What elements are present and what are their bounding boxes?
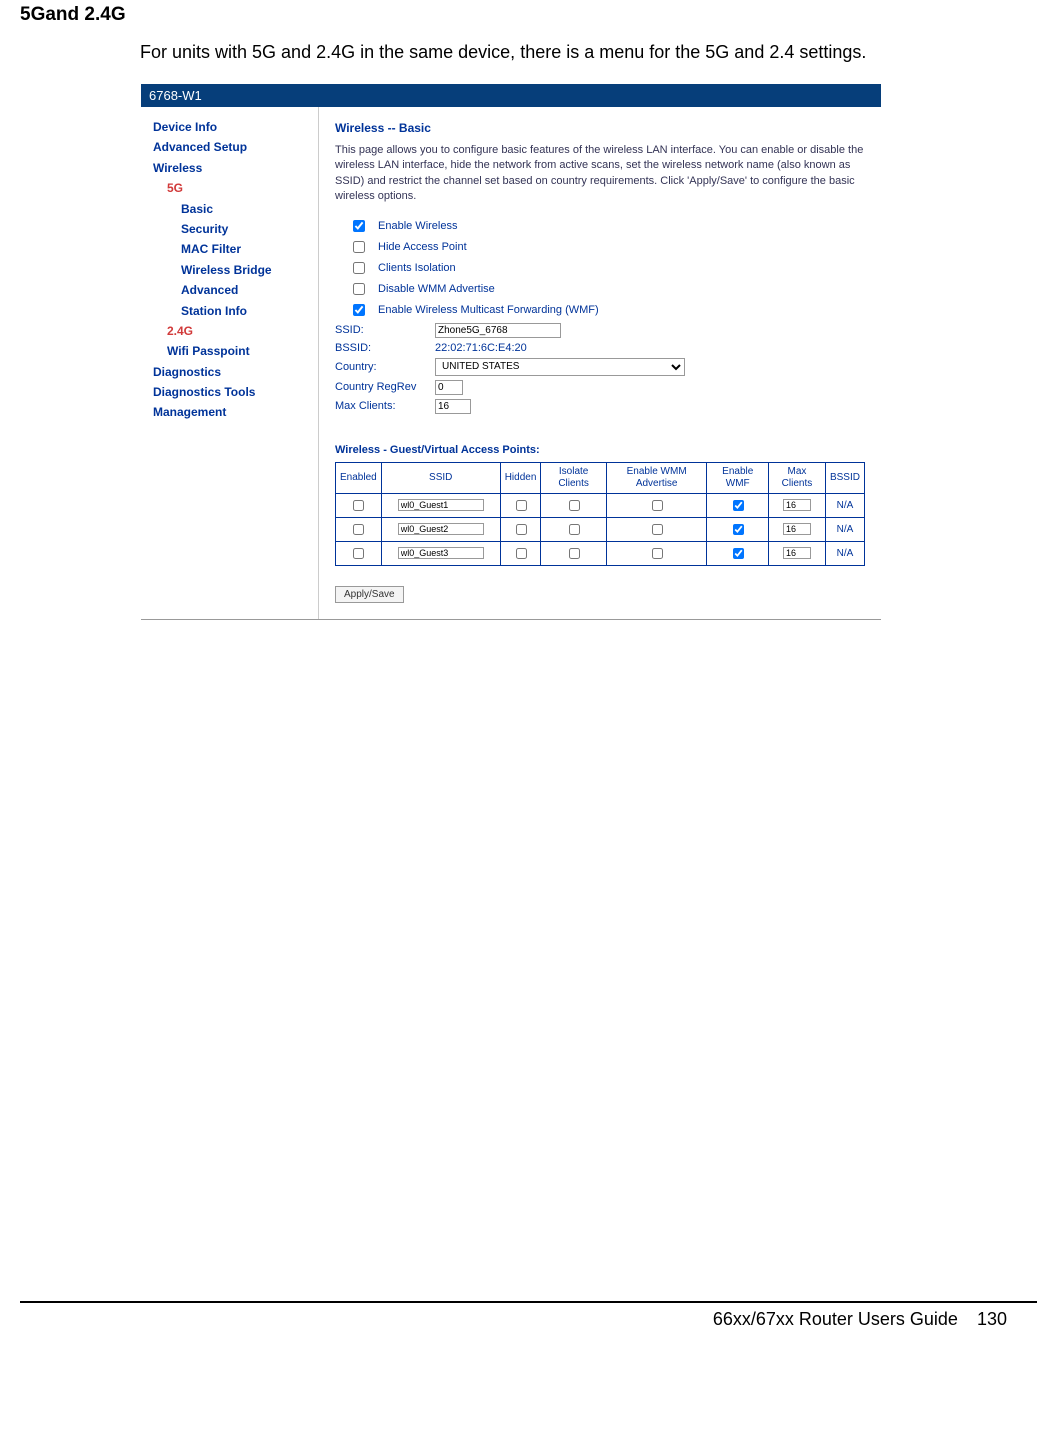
ssid-input[interactable] <box>435 323 561 338</box>
row-enabled-checkbox[interactable] <box>353 500 364 511</box>
enable-wireless-label: Enable Wireless <box>378 220 457 232</box>
clients-isolation-label: Clients Isolation <box>378 262 456 274</box>
nav-diagnostics[interactable]: Diagnostics <box>153 362 318 382</box>
row-max-input[interactable] <box>783 523 811 535</box>
table-row: N/A <box>336 493 865 517</box>
row-bssid: N/A <box>825 517 864 541</box>
router-screenshot: 6768-W1 Device Info Advanced Setup Wirel… <box>140 83 882 621</box>
disable-wmm-label: Disable WMM Advertise <box>378 283 495 295</box>
row-ssid-input[interactable] <box>398 523 484 535</box>
row-ssid-input[interactable] <box>398 547 484 559</box>
row-isolate-checkbox[interactable] <box>569 524 580 535</box>
row-bssid: N/A <box>825 493 864 517</box>
enable-wireless-checkbox[interactable] <box>353 220 365 232</box>
hide-ap-label: Hide Access Point <box>378 241 467 253</box>
bssid-value: 22:02:71:6C:E4:20 <box>435 342 527 354</box>
th-hidden: Hidden <box>500 462 541 493</box>
nav-wireless[interactable]: Wireless <box>153 158 318 178</box>
row-enabled-checkbox[interactable] <box>353 548 364 559</box>
enable-wmf-checkbox[interactable] <box>353 304 365 316</box>
row-max-input[interactable] <box>783 547 811 559</box>
nav-advanced[interactable]: Advanced <box>153 280 318 300</box>
enable-wmf-label: Enable Wireless Multicast Forwarding (WM… <box>378 304 599 316</box>
footer-page-number: 130 <box>977 1309 1007 1329</box>
row-wmmadv-checkbox[interactable] <box>652 524 663 535</box>
row-ssid-input[interactable] <box>398 499 484 511</box>
th-wmf: Enable WMF <box>707 462 769 493</box>
th-max-clients: Max Clients <box>768 462 825 493</box>
hide-ap-checkbox[interactable] <box>353 241 365 253</box>
row-wmmadv-checkbox[interactable] <box>652 548 663 559</box>
row-wmf-checkbox[interactable] <box>733 548 744 559</box>
nav-5g[interactable]: 5G <box>153 178 318 198</box>
table-row: N/A <box>336 541 865 565</box>
window-title-bar: 6768-W1 <box>141 84 881 107</box>
th-isolate: Isolate Clients <box>541 462 606 493</box>
country-regrev-input[interactable] <box>435 380 463 395</box>
th-bssid: BSSID <box>825 462 864 493</box>
nav-diagnostics-tools[interactable]: Diagnostics Tools <box>153 382 318 402</box>
row-hidden-checkbox[interactable] <box>516 524 527 535</box>
row-isolate-checkbox[interactable] <box>569 500 580 511</box>
row-hidden-checkbox[interactable] <box>516 500 527 511</box>
content-description: This page allows you to configure basic … <box>335 143 865 205</box>
row-max-input[interactable] <box>783 499 811 511</box>
nav-station-info[interactable]: Station Info <box>153 301 318 321</box>
max-clients-label: Max Clients: <box>335 400 435 412</box>
nav-mac-filter[interactable]: MAC Filter <box>153 239 318 259</box>
max-clients-input[interactable] <box>435 399 471 414</box>
nav-basic[interactable]: Basic <box>153 199 318 219</box>
row-bssid: N/A <box>825 541 864 565</box>
country-regrev-label: Country RegRev <box>335 381 435 393</box>
nav-wireless-bridge[interactable]: Wireless Bridge <box>153 260 318 280</box>
row-wmf-checkbox[interactable] <box>733 524 744 535</box>
country-label: Country: <box>335 361 435 373</box>
content-title: Wireless -- Basic <box>335 121 865 135</box>
nav-management[interactable]: Management <box>153 402 318 422</box>
sidebar-nav: Device Info Advanced Setup Wireless 5G B… <box>141 107 318 619</box>
footer-guide-title: 66xx/67xx Router Users Guide <box>713 1309 958 1329</box>
vap-table: Enabled SSID Hidden Isolate Clients Enab… <box>335 462 865 566</box>
bssid-label: BSSID: <box>335 342 435 354</box>
row-hidden-checkbox[interactable] <box>516 548 527 559</box>
row-enabled-checkbox[interactable] <box>353 524 364 535</box>
th-wmm-adv: Enable WMM Advertise <box>606 462 707 493</box>
page-footer: 66xx/67xx Router Users Guide 130 <box>20 1301 1037 1330</box>
section-heading: 5Gand 2.4G <box>20 0 1037 26</box>
nav-advanced-setup[interactable]: Advanced Setup <box>153 137 318 157</box>
disable-wmm-checkbox[interactable] <box>353 283 365 295</box>
clients-isolation-checkbox[interactable] <box>353 262 365 274</box>
ssid-label: SSID: <box>335 324 435 336</box>
row-isolate-checkbox[interactable] <box>569 548 580 559</box>
nav-security[interactable]: Security <box>153 219 318 239</box>
row-wmf-checkbox[interactable] <box>733 500 744 511</box>
country-select[interactable]: UNITED STATES <box>435 358 685 376</box>
content-pane: Wireless -- Basic This page allows you t… <box>318 107 881 619</box>
nav-wifi-passpoint[interactable]: Wifi Passpoint <box>153 341 318 361</box>
vap-title: Wireless - Guest/Virtual Access Points: <box>335 444 865 456</box>
row-wmmadv-checkbox[interactable] <box>652 500 663 511</box>
th-enabled: Enabled <box>336 462 382 493</box>
nav-device-info[interactable]: Device Info <box>153 117 318 137</box>
nav-24g[interactable]: 2.4G <box>153 321 318 341</box>
apply-save-button[interactable]: Apply/Save <box>335 586 404 603</box>
th-ssid: SSID <box>381 462 500 493</box>
intro-text: For units with 5G and 2.4G in the same d… <box>140 42 1037 63</box>
table-row: N/A <box>336 517 865 541</box>
